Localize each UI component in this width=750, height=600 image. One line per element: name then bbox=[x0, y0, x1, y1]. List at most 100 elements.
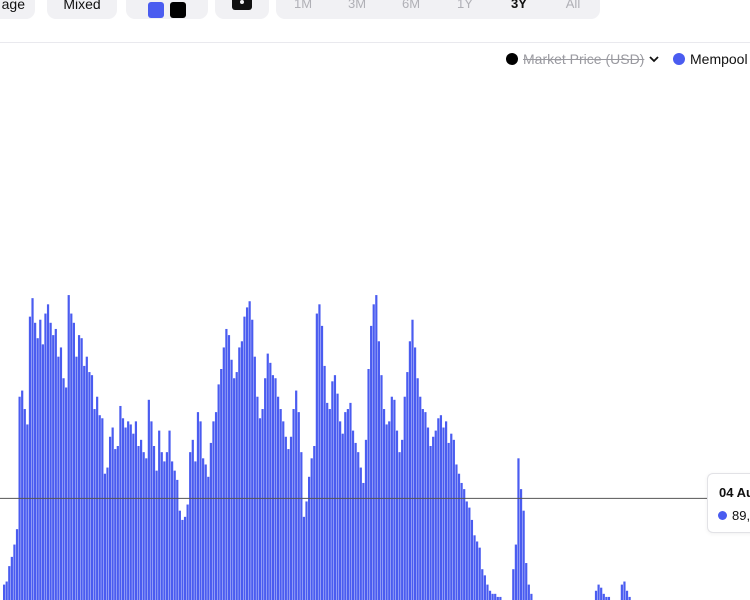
mempool-bar-chart[interactable] bbox=[0, 42, 750, 600]
bar bbox=[318, 304, 321, 600]
bar bbox=[227, 335, 231, 600]
time-range-selector: 1M 3M 6M 1Y 3Y All bbox=[276, 0, 600, 19]
bar bbox=[491, 593, 494, 600]
bar bbox=[111, 427, 114, 600]
bar bbox=[287, 449, 290, 600]
bar bbox=[620, 584, 623, 600]
bar bbox=[90, 375, 94, 600]
bar bbox=[522, 510, 525, 600]
bar bbox=[519, 489, 523, 600]
bar bbox=[186, 504, 189, 600]
bar bbox=[323, 365, 326, 600]
bar bbox=[235, 372, 238, 600]
bar bbox=[220, 369, 223, 600]
bar bbox=[114, 449, 117, 600]
bar bbox=[75, 356, 78, 600]
bar bbox=[367, 369, 370, 600]
bar bbox=[289, 436, 293, 600]
color-picker-button[interactable] bbox=[126, 0, 208, 19]
bar bbox=[339, 421, 342, 600]
bar bbox=[434, 430, 437, 600]
bar bbox=[52, 335, 55, 600]
bar bbox=[28, 316, 32, 600]
screenshot-button[interactable] bbox=[215, 0, 269, 19]
bar bbox=[527, 584, 530, 600]
bar bbox=[460, 482, 463, 600]
bar bbox=[217, 384, 220, 600]
bar bbox=[225, 328, 228, 600]
bar bbox=[388, 421, 391, 600]
bar bbox=[465, 501, 468, 600]
range-option-3y[interactable]: 3Y bbox=[492, 0, 546, 11]
bar bbox=[602, 593, 605, 600]
bar bbox=[173, 470, 176, 600]
bar bbox=[315, 313, 318, 600]
bar bbox=[421, 409, 424, 600]
bar bbox=[398, 452, 401, 600]
bar bbox=[445, 421, 448, 600]
bar bbox=[46, 304, 50, 600]
bar bbox=[308, 476, 311, 600]
view-mixed-button[interactable]: Mixed bbox=[47, 0, 117, 19]
bar bbox=[59, 347, 63, 600]
bar bbox=[413, 347, 417, 600]
bar bbox=[494, 593, 497, 600]
bar bbox=[183, 516, 187, 600]
bar bbox=[481, 569, 484, 600]
bar bbox=[530, 593, 533, 600]
bar bbox=[238, 347, 241, 600]
bar bbox=[116, 446, 119, 600]
bar bbox=[207, 476, 210, 600]
bar bbox=[416, 378, 419, 600]
bar bbox=[103, 473, 107, 600]
bar bbox=[478, 547, 481, 600]
bar bbox=[23, 409, 26, 600]
bar bbox=[106, 467, 109, 600]
bar bbox=[5, 581, 8, 600]
bar bbox=[411, 319, 414, 600]
bar bbox=[282, 421, 285, 600]
bar bbox=[455, 464, 458, 600]
bar bbox=[300, 452, 303, 600]
bar bbox=[372, 304, 375, 600]
bar bbox=[88, 372, 91, 600]
bar bbox=[204, 464, 207, 600]
bar bbox=[248, 301, 251, 600]
bar bbox=[279, 409, 282, 600]
bar bbox=[341, 433, 344, 600]
price-color-swatch[interactable] bbox=[170, 2, 186, 18]
bar bbox=[49, 322, 52, 600]
bar bbox=[93, 409, 96, 600]
bar bbox=[101, 418, 104, 600]
bar bbox=[331, 381, 334, 600]
bar bbox=[486, 584, 489, 600]
bar bbox=[525, 563, 528, 600]
range-option-6m[interactable]: 6M bbox=[384, 0, 438, 11]
range-option-3m[interactable]: 3M bbox=[330, 0, 384, 11]
chart-tooltip: 04 Au 89, bbox=[707, 473, 750, 533]
tooltip-date: 04 Au bbox=[719, 485, 750, 500]
bar bbox=[77, 335, 81, 600]
bar bbox=[333, 375, 337, 600]
bar bbox=[426, 427, 430, 600]
range-option-1y[interactable]: 1Y bbox=[438, 0, 492, 11]
bar bbox=[10, 556, 13, 600]
bar bbox=[127, 421, 130, 600]
view-toggle-button[interactable]: age bbox=[0, 0, 35, 19]
bar bbox=[514, 544, 517, 600]
bar bbox=[483, 575, 486, 600]
bar bbox=[142, 452, 145, 600]
range-option-1m[interactable]: 1M bbox=[276, 0, 330, 11]
bar bbox=[41, 344, 44, 600]
bar bbox=[85, 356, 88, 600]
bar bbox=[447, 442, 450, 600]
series-color-swatch[interactable] bbox=[148, 2, 164, 18]
bar bbox=[44, 313, 47, 600]
bar bbox=[253, 356, 256, 600]
bar bbox=[450, 433, 453, 600]
bar bbox=[171, 461, 174, 600]
bar bbox=[295, 390, 298, 600]
bar bbox=[145, 458, 148, 600]
bar bbox=[202, 458, 205, 600]
range-option-all[interactable]: All bbox=[546, 0, 600, 11]
